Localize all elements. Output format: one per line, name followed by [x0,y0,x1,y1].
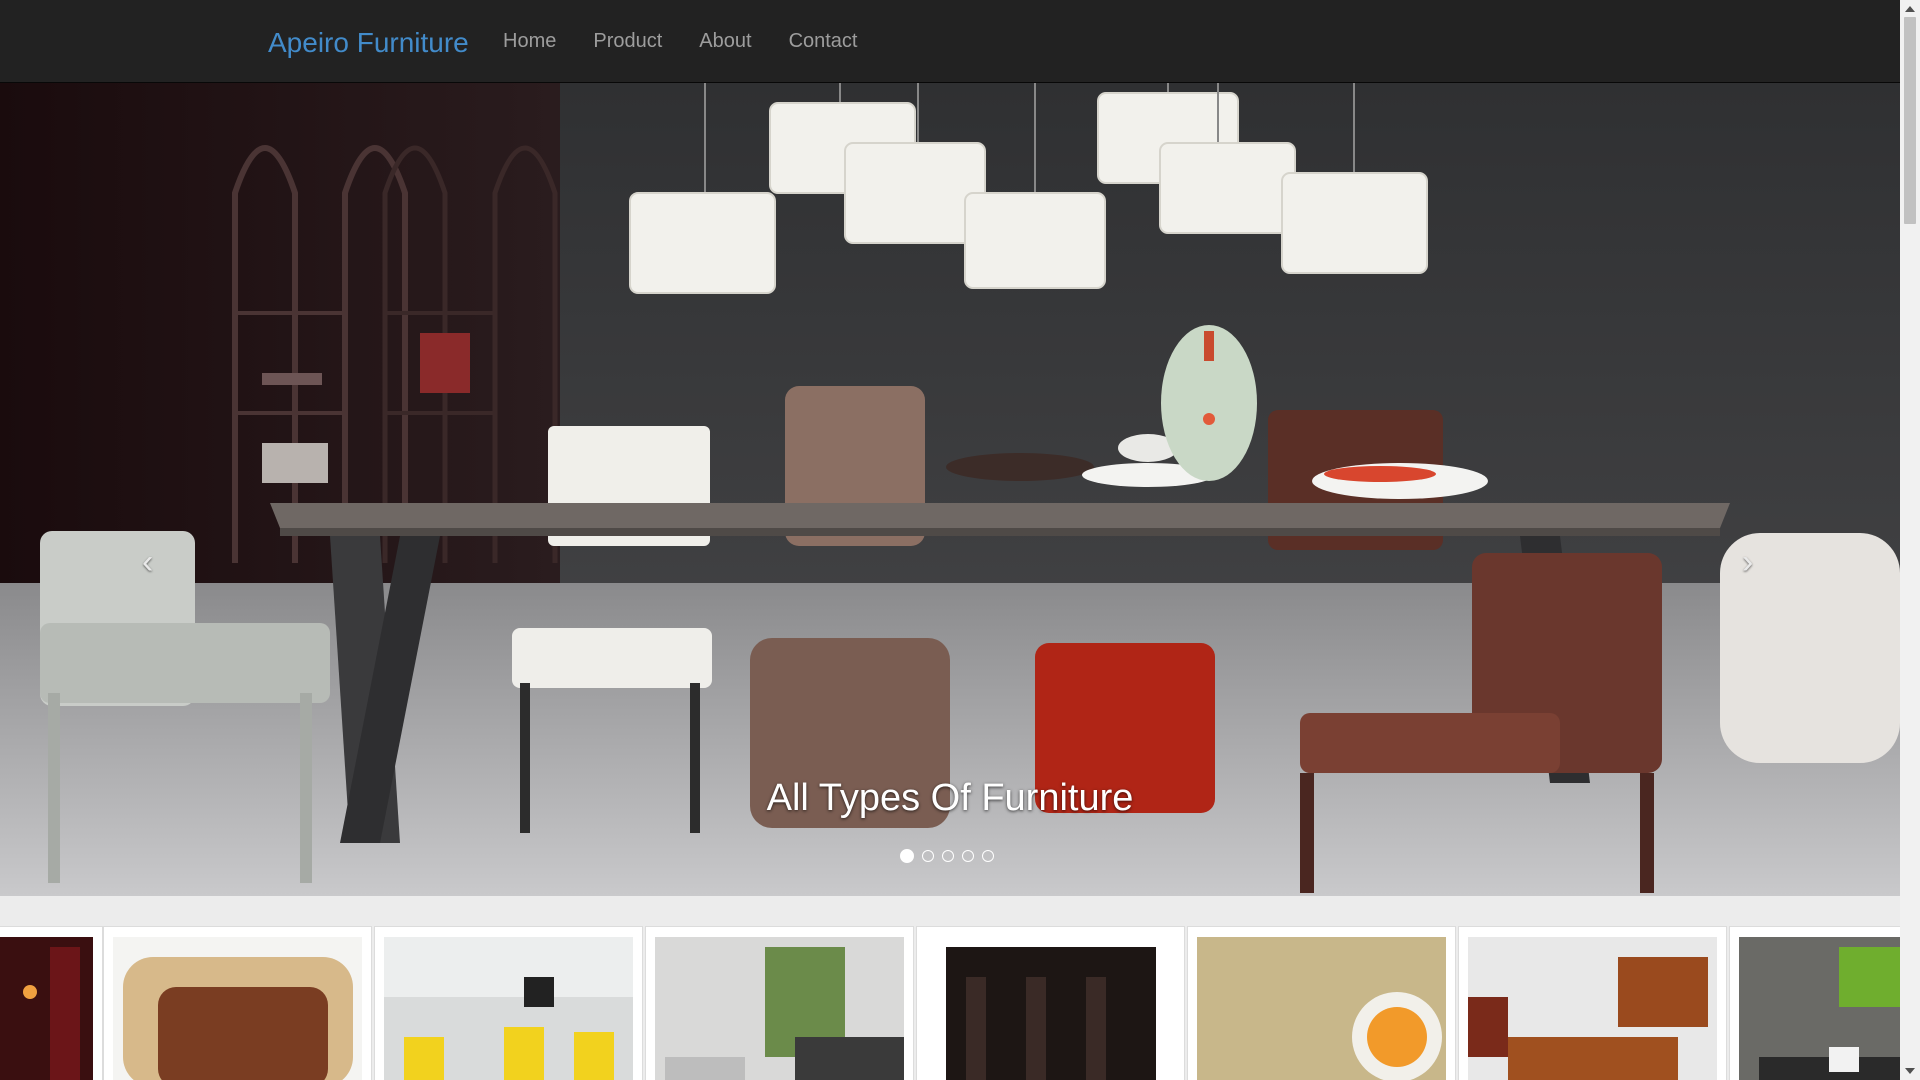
gallery-thumb-1[interactable] [0,926,103,1080]
scrollbar-thumb[interactable] [1904,17,1916,224]
gallery-thumb-2[interactable] [103,926,372,1080]
nav-product-link[interactable]: Product [593,30,662,53]
page-scrollbar[interactable] [1900,0,1920,1080]
carousel-indicator-2[interactable] [922,850,934,862]
nav-menu: Home Product About Contact [503,0,858,82]
carousel-indicator-1[interactable] [900,849,914,863]
nav-contact-link[interactable]: Contact [789,30,858,53]
carousel-indicators [900,849,994,863]
gallery-thumb-8[interactable] [1729,926,1900,1080]
gallery-thumb-6[interactable] [1187,926,1456,1080]
gallery-thumb-4[interactable] [645,926,914,1080]
ball-chair-thumbnail [1197,937,1446,1080]
nav-home-link[interactable]: Home [503,30,556,53]
brand-logo-link[interactable]: Apeiro Furniture [268,27,469,59]
gallery-thumb-5[interactable] [916,926,1185,1080]
yellow-office-thumbnail [384,937,633,1080]
hero-carousel: ‹ › All Types Of Furniture [0,83,1900,896]
curved-wood-cabinet-thumbnail [113,937,362,1080]
gallery-thumb-7[interactable] [1458,926,1727,1080]
dining-room-slide-image [0,83,1900,896]
carousel-next-button[interactable]: › [1742,545,1753,579]
executive-office-thumbnail [1468,937,1717,1080]
scroll-up-icon[interactable] [1905,6,1915,12]
living-room-thumbnail [655,937,904,1080]
carousel-caption: All Types Of Furniture [766,777,1134,819]
nav-about-link[interactable]: About [699,30,751,53]
top-navbar: Apeiro Furniture Home Product About Cont… [0,0,1900,83]
red-room-thumbnail [0,937,93,1080]
carousel-prev-button[interactable]: ‹ [142,545,153,579]
carousel-indicator-3[interactable] [942,850,954,862]
carousel-indicator-5[interactable] [982,850,994,862]
product-gallery [0,926,1900,1080]
carousel-indicator-4[interactable] [962,850,974,862]
green-lounge-thumbnail [1739,937,1900,1080]
scroll-down-icon[interactable] [1905,1068,1915,1074]
gallery-thumb-3[interactable] [374,926,643,1080]
dining-set-thumbnail [926,937,1175,1080]
